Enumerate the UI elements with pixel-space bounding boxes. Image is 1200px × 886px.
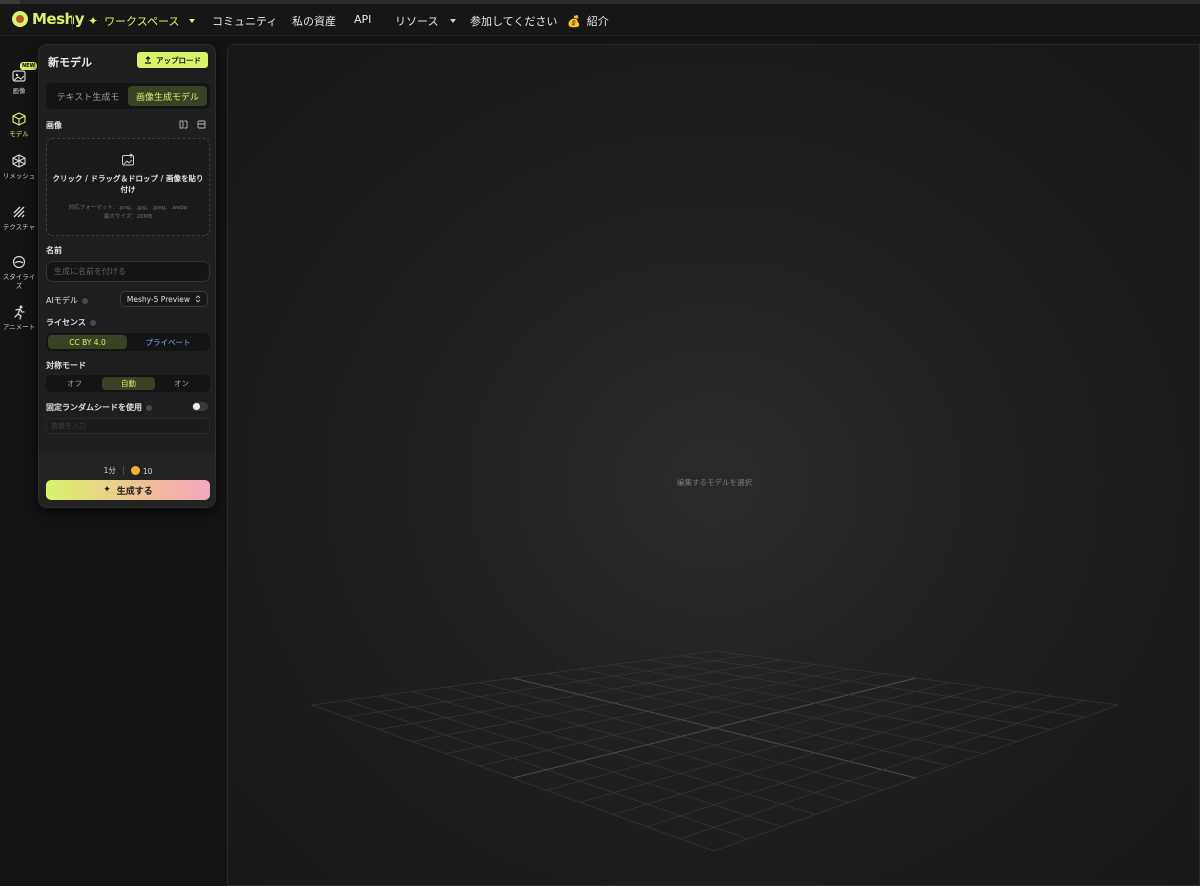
seed-toggle[interactable]: [192, 402, 208, 411]
chevron-down-icon: [450, 19, 457, 23]
seed-label-row: 固定ランダムシードを使用: [46, 402, 152, 413]
multi-view-icon[interactable]: [179, 120, 188, 129]
generate-button[interactable]: ✦ 生成する: [46, 480, 210, 500]
license-private[interactable]: プライベート: [128, 335, 208, 349]
new-model-panel: 新モデル アップロード テキスト生成モ 画像生成モデル 画像 クリック / ドラ…: [38, 44, 216, 508]
license-label-row: ライセンス: [46, 317, 96, 328]
rail-item-animate[interactable]: アニメート: [0, 304, 38, 332]
rail-item-texture[interactable]: テクスチャ: [0, 204, 38, 232]
image-upload-icon: [122, 153, 134, 166]
grid-line: [680, 655, 1085, 718]
floor-grid: [311, 650, 1119, 852]
image-section-label: 画像: [46, 121, 62, 130]
sparkle-icon: ✦: [88, 14, 99, 28]
nav-resources[interactable]: リソース: [395, 13, 457, 29]
chevron-updown-icon: [195, 295, 201, 303]
name-label: 名前: [46, 246, 62, 255]
ai-model-label-row: AIモデル: [46, 295, 88, 306]
gallery-icon[interactable]: [197, 120, 206, 129]
left-tool-rail: NEW 画像 モデル リメッシュ テクスチャ スタイライズ アニメート: [0, 36, 38, 886]
symmetry-off[interactable]: オフ: [48, 377, 101, 390]
dropzone-formats: 対応フォーマット：.png、.jpg、.jpeg、.webp: [68, 205, 188, 211]
ai-model-select[interactable]: Meshy-5 Preview: [119, 291, 208, 307]
tab-image-to-model[interactable]: 画像生成モデル: [128, 86, 207, 106]
nav-divider: [72, 14, 73, 30]
chevron-down-icon: [189, 19, 196, 23]
sparkle-icon: ✦: [103, 485, 111, 495]
license-cc-by[interactable]: CC BY 4.0: [48, 335, 127, 349]
nav-my-assets[interactable]: 私の資産: [292, 13, 336, 29]
meshy-logo-icon: [12, 11, 28, 27]
dropzone-instructions: クリック / ドラッグ＆ドロップ / 画像を貼り付け: [52, 174, 204, 194]
upload-button[interactable]: アップロード: [137, 52, 208, 68]
remesh-icon: [12, 154, 26, 168]
rail-item-stylize[interactable]: スタイライズ: [0, 254, 38, 291]
stylize-icon: [12, 255, 26, 269]
cost-divider: [122, 466, 124, 475]
help-icon[interactable]: [81, 297, 88, 304]
image-tools: [179, 120, 206, 129]
grid-line: [646, 659, 1051, 730]
new-badge: NEW: [20, 62, 38, 70]
upload-icon: [145, 56, 151, 64]
symmetry-label: 対称モード: [46, 361, 86, 370]
dropzone-max-size: 最大サイズ：20MB: [103, 214, 153, 220]
symmetry-auto[interactable]: 自動: [102, 377, 155, 390]
symmetry-selector: オフ 自動 オン: [46, 375, 210, 392]
money-bag-icon: 💰: [567, 14, 581, 28]
brand-name: Meshy: [32, 10, 85, 28]
texture-icon: [13, 206, 25, 218]
viewport-hint: 編集するモデルを選択: [677, 478, 752, 487]
grid-line: [713, 704, 1119, 852]
grid-line: [613, 691, 1018, 815]
grid-line: [646, 695, 1051, 828]
help-icon[interactable]: [89, 319, 96, 326]
generation-cost: 1分 10: [39, 465, 215, 476]
credit-coin-icon: [130, 465, 140, 475]
credits: 10: [130, 465, 152, 476]
cube-icon: [12, 112, 26, 126]
nav-join[interactable]: 参加してください: [470, 13, 557, 29]
grid-line: [713, 650, 1119, 706]
name-input[interactable]: [46, 261, 210, 282]
license-selector: CC BY 4.0 プライベート: [46, 333, 210, 351]
workspace-menu[interactable]: ✦ ワークスペース: [88, 13, 196, 29]
rail-item-model[interactable]: モデル: [0, 111, 38, 139]
time-estimate: 1分: [103, 466, 116, 475]
panel-title: 新モデル: [48, 56, 92, 69]
rail-item-remesh[interactable]: リメッシュ: [0, 153, 38, 181]
seed-input[interactable]: [46, 418, 210, 434]
symmetry-on[interactable]: オン: [155, 377, 208, 390]
nav-api[interactable]: API: [354, 13, 371, 26]
rail-item-image[interactable]: NEW 画像: [0, 62, 38, 96]
meshy-logo[interactable]: Meshy: [12, 10, 85, 28]
nav-referral[interactable]: 💰 紹介: [567, 13, 609, 29]
3d-viewport[interactable]: 編集するモデルを選択: [227, 44, 1200, 886]
panel-footer: 1分 10 ✦ 生成する: [39, 453, 215, 507]
generation-mode-tabs: テキスト生成モ 画像生成モデル: [46, 83, 210, 109]
running-icon: [14, 305, 25, 320]
help-icon[interactable]: [146, 404, 152, 411]
nav-community[interactable]: コミュニティ: [212, 13, 277, 29]
workspace-label: ワークスペース: [104, 15, 180, 28]
tab-text-to-model[interactable]: テキスト生成モ: [49, 86, 127, 106]
grid-line: [579, 686, 984, 803]
grid-line: [579, 668, 984, 755]
top-navbar: Meshy ✦ ワークスペース コミュニティ 私の資産 API リソース 参加し…: [0, 4, 1200, 36]
image-dropzone[interactable]: クリック / ドラッグ＆ドロップ / 画像を貼り付け 対応フォーマット：.png…: [46, 138, 210, 236]
image-icon: [12, 70, 26, 82]
